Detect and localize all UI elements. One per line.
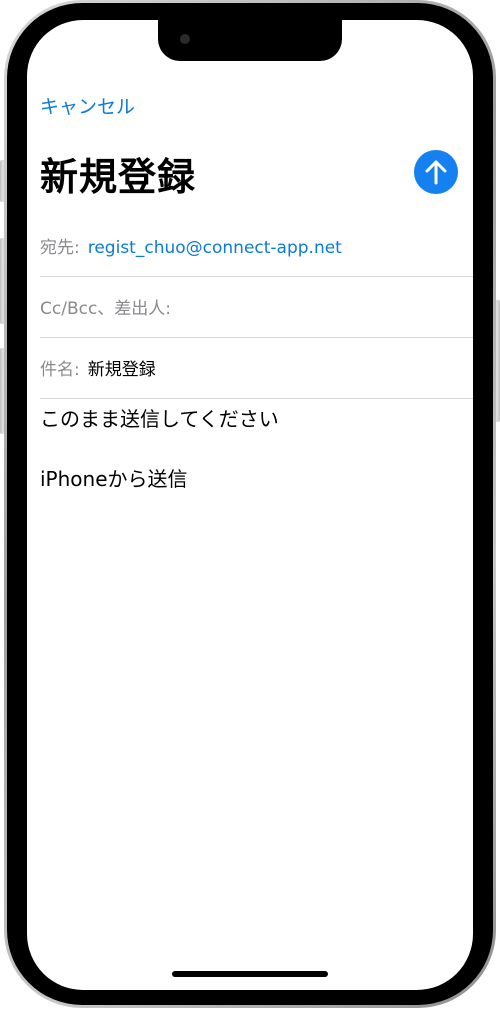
to-recipient[interactable]: regist_chuo@connect-app.net — [88, 238, 342, 258]
subject-field[interactable]: 件名: 新規登録 — [40, 338, 473, 399]
device-mockup: キャンセル 新規登録 宛先: regist_chuo@connect-app.n… — [0, 0, 500, 1010]
send-button[interactable] — [414, 150, 458, 194]
message-body[interactable]: このまま送信してください iPhoneから送信 — [40, 400, 460, 940]
home-indicator[interactable] — [172, 971, 328, 977]
to-label: 宛先: — [40, 238, 80, 258]
cancel-button[interactable]: キャンセル — [40, 92, 135, 119]
arrow-up-icon — [425, 160, 447, 185]
cc-bcc-from-label: Cc/Bcc、差出人: — [40, 299, 172, 319]
subject-label: 件名: — [40, 360, 80, 380]
cc-bcc-from-field[interactable]: Cc/Bcc、差出人: — [40, 277, 473, 338]
signature-text: iPhoneから送信 — [40, 467, 188, 491]
page-title: 新規登録 — [40, 155, 197, 199]
to-field[interactable]: 宛先: regist_chuo@connect-app.net — [40, 216, 473, 277]
notch — [158, 20, 342, 61]
body-text-line: このまま送信してください — [40, 407, 279, 431]
front-camera-icon — [180, 34, 190, 44]
subject-value[interactable]: 新規登録 — [88, 355, 156, 380]
mail-compose-screen: キャンセル 新規登録 宛先: regist_chuo@connect-app.n… — [27, 20, 473, 990]
